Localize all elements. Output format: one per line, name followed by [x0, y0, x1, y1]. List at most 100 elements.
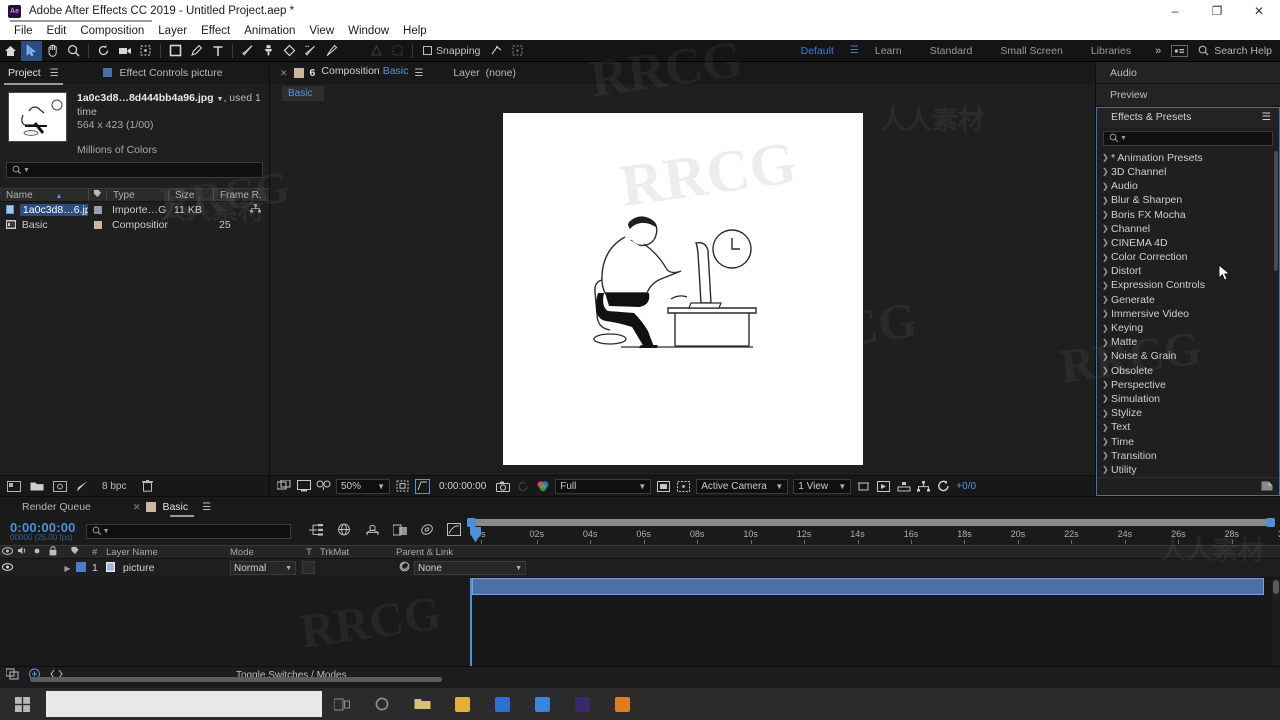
hide-shy-layers-icon[interactable]	[365, 524, 380, 539]
app-icon-blue[interactable]	[482, 688, 522, 720]
effects-scrollbar[interactable]	[1274, 150, 1278, 271]
workspace-overflow-icon[interactable]: »	[1145, 45, 1171, 57]
effects-category-item[interactable]: ❯ Blur & Sharpen	[1097, 193, 1279, 207]
pan-behind-tool[interactable]	[135, 41, 156, 61]
chevron-right-icon[interactable]: ❯	[1102, 451, 1111, 460]
current-time-indicator[interactable]	[470, 527, 481, 542]
layer-video-toggle-icon[interactable]	[0, 562, 14, 574]
start-button-icon[interactable]	[0, 688, 44, 720]
tab-project[interactable]: Project ☰	[0, 62, 67, 85]
effects-category-item[interactable]: ❯ Time	[1097, 434, 1279, 448]
tab-render-queue[interactable]: Render Queue	[12, 497, 101, 517]
app-icon-ae[interactable]	[562, 688, 602, 720]
home-icon[interactable]	[0, 41, 21, 61]
app-icon-blue2[interactable]	[522, 688, 562, 720]
reset-exposure-icon[interactable]	[936, 479, 951, 494]
cortana-icon[interactable]	[362, 688, 402, 720]
snap-vertex-icon[interactable]	[486, 41, 507, 61]
chevron-right-icon[interactable]: ❯	[1102, 210, 1111, 219]
snapping-checkbox[interactable]	[423, 46, 432, 55]
workspace-small-screen[interactable]: Small Screen	[986, 40, 1076, 62]
chevron-right-icon[interactable]: ❯	[1102, 423, 1111, 432]
search-help-field[interactable]: Search Help	[1188, 45, 1280, 57]
table-row[interactable]: 1a0c3d8…6.jpg Importe…G 11 KB	[0, 202, 269, 217]
current-time-display[interactable]: 0:00:00:00	[435, 481, 490, 492]
search-dropdown-icon[interactable]: ▼	[103, 528, 110, 535]
region-of-interest-icon[interactable]	[415, 478, 430, 494]
column-parent-and-link[interactable]: Parent & Link	[396, 547, 1280, 558]
comp-flowchart-footer-icon[interactable]	[5, 668, 19, 683]
workspace-menu-icon[interactable]: ☰	[848, 45, 861, 56]
workspace-default[interactable]: Default	[787, 40, 848, 62]
selection-tool[interactable]	[21, 40, 42, 61]
project-search-icon[interactable]	[6, 479, 21, 494]
menu-edit[interactable]: Edit	[40, 22, 74, 40]
graph-editor-icon[interactable]	[446, 523, 461, 539]
row-label-swatch[interactable]	[94, 220, 102, 229]
chevron-right-icon[interactable]: ❯	[1102, 281, 1111, 290]
shape-tool[interactable]	[165, 41, 186, 61]
zoom-level-select[interactable]: 50% ▼	[336, 478, 390, 494]
chevron-right-icon[interactable]: ❯	[1102, 309, 1111, 318]
new-folder-icon[interactable]	[29, 479, 44, 494]
timeline-layer-row[interactable]: ▶ 1 picture Normal ▼ None ▼	[0, 559, 1280, 578]
always-preview-icon[interactable]	[276, 479, 291, 494]
tab-effect-controls[interactable]: Effect Controls picture	[95, 62, 231, 84]
puppet-pin-tool[interactable]	[321, 41, 342, 61]
layer-name-cell[interactable]: picture	[106, 562, 230, 574]
menu-effect[interactable]: Effect	[194, 22, 237, 40]
chevron-right-icon[interactable]: ❯	[1102, 465, 1111, 474]
camera-tool[interactable]	[114, 41, 135, 61]
effects-category-item[interactable]: ❯ Audio	[1097, 179, 1279, 193]
layer-duration-bar[interactable]	[472, 578, 1264, 595]
show-snapshot-icon[interactable]	[515, 479, 530, 494]
close-tab-icon[interactable]: ✕	[280, 68, 288, 79]
mask-icon[interactable]	[387, 41, 408, 61]
subtab-basic[interactable]: Basic	[282, 85, 325, 101]
column-trkmat[interactable]: TrkMat	[320, 547, 396, 558]
workspace-learn[interactable]: Learn	[861, 40, 916, 62]
column-t[interactable]: T	[298, 547, 320, 558]
lock-toggle-header-icon[interactable]	[44, 545, 62, 559]
maximize-icon[interactable]: ❐	[1196, 0, 1238, 22]
effects-category-item[interactable]: ❯ Noise & Grain	[1097, 349, 1279, 363]
effects-category-item[interactable]: ❯ * Animation Presets	[1097, 151, 1279, 165]
roto-brush-tool[interactable]	[300, 41, 321, 61]
interpret-footage-icon[interactable]	[75, 479, 90, 494]
solo-toggle-header-icon[interactable]	[30, 547, 44, 558]
effects-search-input[interactable]: ▼	[1103, 130, 1273, 146]
effects-category-item[interactable]: ❯ Distort	[1097, 264, 1279, 278]
composition-tab-label[interactable]: Composition Basic	[321, 65, 408, 81]
layer-label-swatch[interactable]	[73, 562, 88, 574]
timeline-current-time[interactable]: 0:00:00:00 00000 (25.00 fps)	[10, 520, 76, 542]
effects-panel-menu-icon[interactable]: ☰	[1262, 111, 1271, 123]
chevron-right-icon[interactable]: ❯	[1102, 409, 1111, 418]
channel-select-icon[interactable]	[535, 479, 550, 494]
effects-category-item[interactable]: ❯ Boris FX Mocha	[1097, 207, 1279, 221]
enable-frame-blending-icon[interactable]	[392, 524, 407, 539]
task-view-icon[interactable]	[322, 688, 362, 720]
workspace-libraries[interactable]: Libraries	[1077, 40, 1145, 62]
composition-canvas[interactable]	[502, 112, 863, 465]
effects-category-item[interactable]: ❯ Text	[1097, 420, 1279, 434]
column-name[interactable]: Name ▲	[0, 190, 88, 201]
camera-select[interactable]: Active Camera ▼	[696, 478, 789, 494]
effects-category-item[interactable]: ❯ Immersive Video	[1097, 307, 1279, 321]
layer-mode-select[interactable]: Normal ▼	[230, 561, 296, 575]
effects-category-item[interactable]: ❯ Matte	[1097, 335, 1279, 349]
chevron-right-icon[interactable]: ❯	[1102, 253, 1111, 262]
align-icon[interactable]	[366, 41, 387, 61]
effects-category-item[interactable]: ❯ 3D Channel	[1097, 165, 1279, 179]
snap-bounds-icon[interactable]	[507, 41, 528, 61]
timeline-zoom-bar[interactable]	[467, 518, 1275, 527]
timeline-ruler[interactable]: 0s02s04s06s08s10s12s14s16s18s20s22s24s26…	[467, 517, 1280, 545]
timeline-search-input[interactable]: ▼	[85, 523, 291, 539]
menu-window[interactable]: Window	[341, 22, 396, 40]
layer-t-cell[interactable]	[296, 561, 320, 575]
transparency-grid-icon[interactable]	[656, 479, 671, 494]
effects-category-item[interactable]: ❯ Perspective	[1097, 378, 1279, 392]
chevron-right-icon[interactable]: ❯	[1102, 437, 1111, 446]
column-index[interactable]: #	[88, 547, 106, 558]
timeline-panel-menu-icon[interactable]: ☰	[202, 502, 211, 513]
exposure-value[interactable]: +0/0	[956, 481, 976, 492]
